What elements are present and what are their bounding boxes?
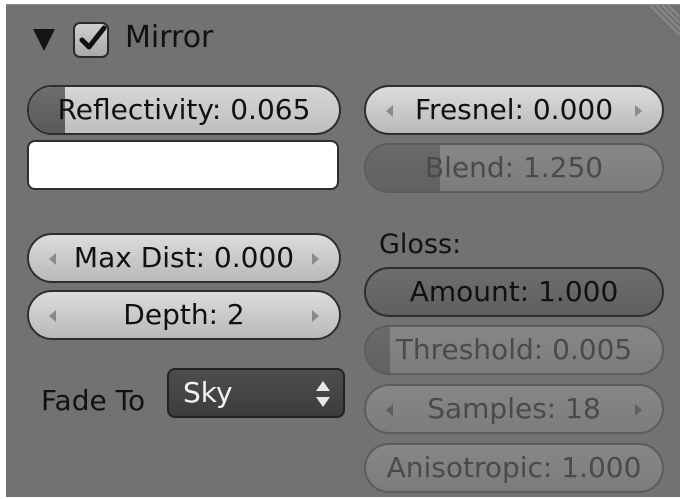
- increment-arrow-icon[interactable]: [312, 310, 319, 322]
- mirror-enable-checkbox[interactable]: [73, 22, 109, 58]
- threshold-fill: [366, 327, 390, 373]
- collapse-triangle-icon[interactable]: [33, 29, 55, 51]
- fade-to-value: Sky: [183, 376, 233, 409]
- increment-arrow-icon[interactable]: [312, 253, 319, 265]
- gloss-amount-label: Amount: 1.000: [409, 275, 619, 308]
- depth-field[interactable]: Depth: 2: [27, 290, 341, 340]
- gloss-amount-slider[interactable]: Amount: 1.000: [364, 267, 664, 317]
- decrement-arrow-icon[interactable]: [386, 105, 393, 117]
- fade-to-select[interactable]: Sky: [167, 368, 345, 418]
- checkmark-icon: [79, 25, 107, 50]
- panel-title: Mirror: [125, 20, 214, 55]
- gloss-anisotropic-label: Anisotropic: 1.000: [386, 451, 642, 484]
- reflectivity-label: Reflectivity: 0.065: [57, 93, 311, 126]
- decrement-arrow-icon[interactable]: [386, 404, 393, 416]
- depth-label: Depth: 2: [123, 298, 245, 331]
- gloss-anisotropic-slider[interactable]: Anisotropic: 1.000: [364, 443, 664, 493]
- increment-arrow-icon[interactable]: [635, 404, 642, 416]
- max-dist-field[interactable]: Max Dist: 0.000: [27, 233, 341, 283]
- decrement-arrow-icon[interactable]: [49, 310, 56, 322]
- mirror-panel: Mirror Reflectivity: 0.065 Max Dist: 0.0…: [6, 4, 680, 497]
- gloss-threshold-slider[interactable]: Threshold: 0.005: [364, 325, 664, 375]
- max-dist-label: Max Dist: 0.000: [73, 241, 295, 274]
- panel-header[interactable]: Mirror: [6, 5, 680, 67]
- increment-arrow-icon[interactable]: [635, 105, 642, 117]
- mirror-color-swatch[interactable]: [27, 140, 339, 190]
- fresnel-label: Fresnel: 0.000: [414, 93, 614, 126]
- gloss-samples-field[interactable]: Samples: 18: [364, 384, 664, 434]
- decrement-arrow-icon[interactable]: [49, 253, 56, 265]
- blend-label: Blend: 1.250: [424, 151, 604, 184]
- fade-to-label: Fade To: [41, 384, 146, 417]
- gloss-threshold-label: Threshold: 0.005: [395, 333, 633, 366]
- blend-slider[interactable]: Blend: 1.250: [364, 143, 664, 193]
- gloss-section-label: Gloss:: [379, 229, 462, 260]
- reflectivity-slider[interactable]: Reflectivity: 0.065: [27, 85, 341, 135]
- drag-grip-icon[interactable]: [636, 5, 680, 49]
- gloss-samples-label: Samples: 18: [427, 392, 601, 425]
- fresnel-field[interactable]: Fresnel: 0.000: [364, 85, 664, 135]
- updown-arrows-icon: [316, 381, 330, 407]
